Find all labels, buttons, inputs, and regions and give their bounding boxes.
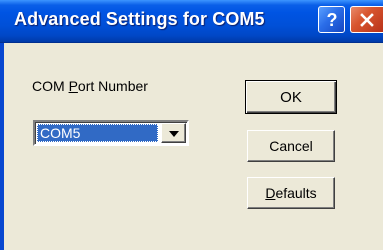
window-title: Advanced Settings for COM5 [14, 9, 265, 29]
dropdown-button[interactable] [161, 123, 186, 143]
com-port-selected-value: COM5 [37, 124, 158, 142]
close-icon [359, 12, 375, 28]
label-suffix: ort Number [77, 78, 148, 94]
defaults-accelerator: D [265, 185, 276, 201]
com-port-select[interactable]: COM5 [33, 120, 189, 146]
title-bar[interactable]: Advanced Settings for COM5 ? [0, 0, 383, 43]
dropdown-arrow-icon [168, 124, 179, 142]
close-button[interactable] [350, 6, 383, 33]
com-port-number-label: COM Port Number [32, 78, 148, 94]
defaults-label-rest: efaults [275, 185, 317, 201]
svg-text:?: ? [326, 10, 337, 30]
help-icon: ? [323, 10, 341, 30]
help-button[interactable]: ? [318, 6, 345, 33]
cancel-button[interactable]: Cancel [247, 130, 335, 162]
label-prefix: COM [32, 78, 69, 94]
label-accelerator: P [68, 78, 78, 94]
defaults-button[interactable]: Defaults [247, 177, 335, 209]
ok-button[interactable]: OK [245, 80, 337, 114]
